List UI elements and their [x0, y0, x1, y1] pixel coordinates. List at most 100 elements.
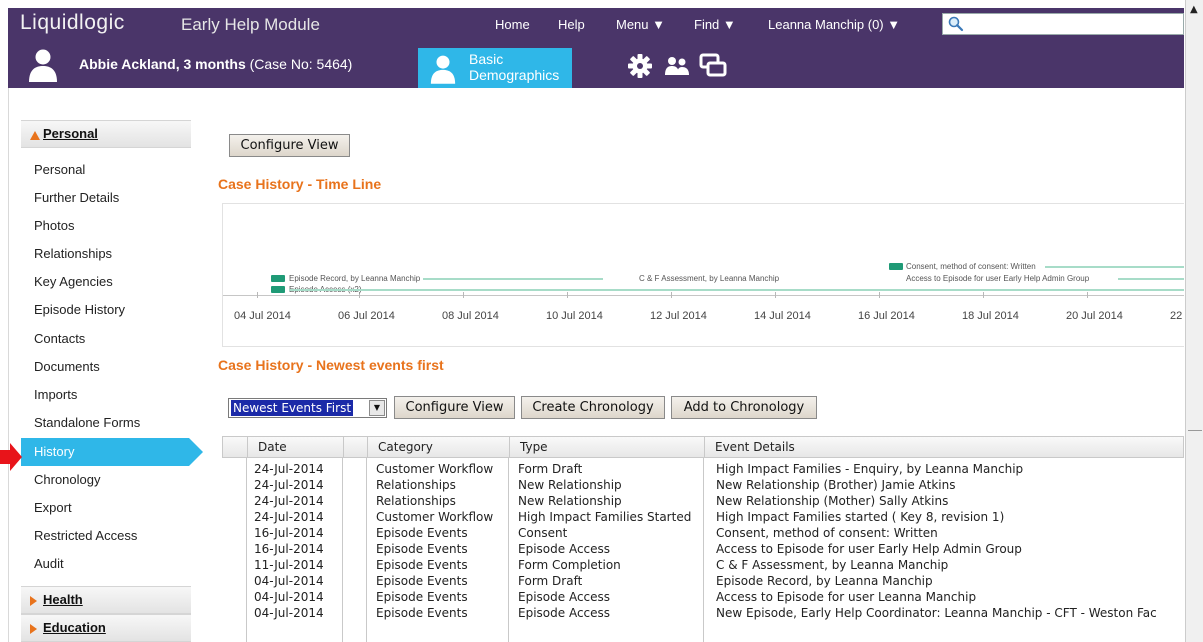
vertical-scrollbar[interactable]: ▲ [1185, 0, 1203, 642]
nav-menu[interactable]: Menu ▼ [616, 17, 665, 32]
sidebar-section-health[interactable]: Health [21, 586, 191, 614]
nav-home[interactable]: Home [495, 17, 530, 32]
sidebar-item-key-agencies[interactable]: Key Agencies [21, 268, 191, 296]
brand-logo[interactable]: Liquidlogic [20, 11, 125, 35]
dropdown-arrow-icon[interactable]: ▼ [369, 400, 385, 416]
cell-event-details: New Relationship (Mother) Sally Atkins [716, 494, 949, 508]
sidebar-item-further-details[interactable]: Further Details [21, 184, 191, 212]
sidebar-item-audit[interactable]: Audit [21, 550, 191, 578]
timeline-date: 14 Jul 2014 [754, 310, 811, 322]
cell-event-details: Access to Episode for user Leanna Manchi… [716, 590, 977, 604]
table-row[interactable]: 04-Jul-2014 Episode Events Episode Acces… [222, 589, 1184, 605]
timeline-event-marker[interactable] [889, 263, 903, 270]
sidebar-section-education[interactable]: Education [21, 614, 191, 642]
cell-category: Customer Workflow [376, 510, 494, 524]
pointer-arrow-icon [0, 443, 22, 471]
tab-label-line2: Demographics [469, 67, 560, 83]
cell-date: 04-Jul-2014 [254, 606, 324, 620]
cell-date: 16-Jul-2014 [254, 526, 324, 540]
cell-event-details: High Impact Families started ( Key 8, re… [716, 510, 1005, 524]
sidebar-section-personal[interactable]: Personal [21, 120, 191, 148]
cell-type: Form Draft [518, 462, 583, 476]
table-row[interactable]: 24-Jul-2014 Customer Workflow Form Draft… [222, 461, 1184, 477]
sidebar-item-contacts[interactable]: Contacts [21, 325, 191, 353]
column-header-event-details[interactable]: Event Details [704, 437, 1184, 457]
timeline-date: 10 Jul 2014 [546, 310, 603, 322]
case-number: (Case No: 5464) [249, 56, 353, 72]
sidebar-item-export[interactable]: Export [21, 494, 191, 522]
cell-type: Form Draft [518, 574, 583, 588]
sort-order-select[interactable]: Newest Events First ▼ [228, 398, 387, 418]
tab-label: Basic Demographics [469, 51, 559, 83]
section-label: Education [43, 620, 106, 635]
table-row[interactable]: 24-Jul-2014 Customer Workflow High Impac… [222, 509, 1184, 525]
cell-category: Relationships [376, 478, 456, 492]
column-header-category[interactable]: Category [367, 437, 509, 457]
timeline-chart[interactable]: 04 Jul 2014 06 Jul 2014 08 Jul 2014 10 J… [222, 203, 1184, 347]
table-row[interactable]: 11-Jul-2014 Episode Events Form Completi… [222, 557, 1184, 573]
table-row[interactable]: 16-Jul-2014 Episode Events Episode Acces… [222, 541, 1184, 557]
cell-type: Form Completion [518, 558, 621, 572]
sidebar-item-relationships[interactable]: Relationships [21, 240, 191, 268]
search-icon[interactable] [947, 15, 965, 33]
timeline-event-marker[interactable] [271, 275, 285, 282]
timeline-event-label[interactable]: Access to Episode for user Early Help Ad… [906, 274, 1089, 283]
sidebar-item-documents[interactable]: Documents [21, 353, 191, 381]
timeline-tick [775, 292, 776, 298]
sidebar-item-restricted-access[interactable]: Restricted Access [21, 522, 191, 550]
sidebar-item-photos[interactable]: Photos [21, 212, 191, 240]
table-row[interactable]: 24-Jul-2014 Relationships New Relationsh… [222, 477, 1184, 493]
scroll-up-icon[interactable]: ▲ [1190, 4, 1198, 15]
sidebar-item-personal[interactable]: Personal [21, 156, 191, 184]
sidebar-item-imports[interactable]: Imports [21, 381, 191, 409]
sidebar-item-standalone-forms[interactable]: Standalone Forms [21, 409, 191, 437]
table-row[interactable]: 16-Jul-2014 Episode Events Consent Conse… [222, 525, 1184, 541]
cell-event-details: Episode Record, by Leanna Manchip [716, 574, 933, 588]
nav-help[interactable]: Help [558, 17, 585, 32]
column-header-date[interactable]: Date [247, 437, 343, 457]
timeline-tick [463, 292, 464, 298]
configure-view-button-2[interactable]: Configure View [394, 396, 515, 419]
tab-basic-demographics[interactable]: Basic Demographics [418, 48, 572, 88]
search-input[interactable] [942, 13, 1184, 35]
app-window: Liquidlogic Early Help Module Home Help … [0, 0, 1203, 642]
cell-date: 24-Jul-2014 [254, 478, 324, 492]
table-row[interactable]: 04-Jul-2014 Episode Events Form Draft Ep… [222, 573, 1184, 589]
section-label: Personal [43, 126, 98, 141]
sidebar-item-episode-history[interactable]: Episode History [21, 296, 191, 324]
timeline-date: 22 J [1170, 310, 1184, 322]
cell-date: 04-Jul-2014 [254, 590, 324, 604]
cell-type: New Relationship [518, 494, 622, 508]
timeline-event-label[interactable]: C & F Assessment, by Leanna Manchip [639, 274, 779, 283]
gear-icon[interactable] [626, 52, 654, 80]
cell-type: Consent [518, 526, 568, 540]
cell-event-details: C & F Assessment, by Leanna Manchip [716, 558, 949, 572]
timeline-tick [567, 292, 568, 298]
cell-date: 16-Jul-2014 [254, 542, 324, 556]
scroll-thumb[interactable] [1188, 430, 1202, 438]
collapsed-triangle-icon [30, 624, 37, 634]
configure-view-button[interactable]: Configure View [229, 134, 350, 157]
timeline-event-marker[interactable] [271, 286, 285, 293]
group-icon[interactable] [663, 52, 691, 80]
case-person-name: Abbie Ackland, 3 months [79, 56, 246, 72]
person-icon [29, 49, 57, 82]
sidebar-item-chronology[interactable]: Chronology [21, 466, 191, 494]
cell-category: Episode Events [376, 558, 468, 572]
table-row[interactable]: 24-Jul-2014 Relationships New Relationsh… [222, 493, 1184, 509]
column-header-type[interactable]: Type [509, 437, 704, 457]
timeline-event-label[interactable]: Consent, method of consent: Written [906, 262, 1036, 271]
table-header: Date Category Type Event Details [222, 436, 1184, 458]
chat-icon[interactable] [699, 52, 727, 80]
timeline-event-label[interactable]: Episode Record, by Leanna Manchip [289, 274, 420, 283]
sidebar-item-history[interactable]: History [21, 438, 203, 466]
tab-label-line1: Basic [469, 51, 504, 67]
nav-find[interactable]: Find ▼ [694, 17, 736, 32]
add-to-chronology-button[interactable]: Add to Chronology [671, 396, 817, 419]
table-row[interactable]: 04-Jul-2014 Episode Events Episode Acces… [222, 605, 1184, 621]
create-chronology-button[interactable]: Create Chronology [521, 396, 665, 419]
person-icon [430, 55, 456, 84]
column-header-spacer [343, 437, 367, 457]
top-bar: Liquidlogic Early Help Module Home Help … [8, 8, 1184, 40]
nav-user-menu[interactable]: Leanna Manchip (0) ▼ [768, 17, 900, 32]
